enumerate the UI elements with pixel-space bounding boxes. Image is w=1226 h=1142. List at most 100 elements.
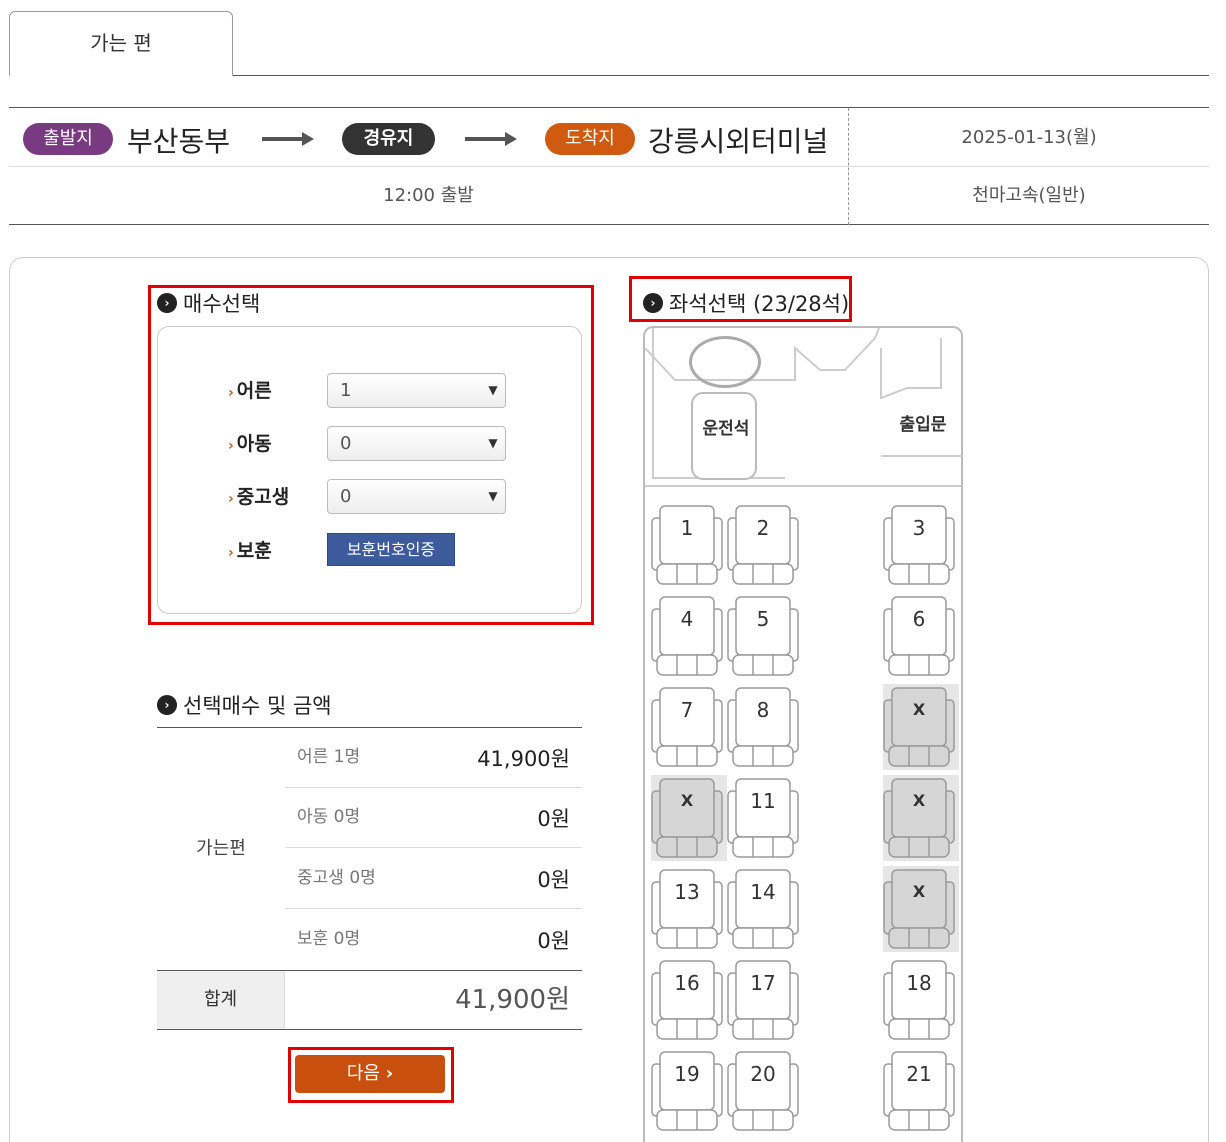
seat-17[interactable]: 17: [727, 957, 803, 1043]
seat-3[interactable]: 3: [883, 502, 959, 588]
door-label: 출입문: [899, 415, 947, 435]
highlight-box: [629, 276, 852, 322]
seat-number: 8: [756, 698, 770, 722]
seat-number: 21: [906, 1062, 932, 1086]
seat-1[interactable]: 1: [651, 502, 727, 588]
arrow-right-icon: [465, 132, 517, 146]
seat-taken: X: [883, 775, 959, 861]
seat-icon: [651, 960, 723, 1040]
departure-date: 2025-01-13(월): [961, 127, 1097, 148]
seat-number: 13: [674, 880, 700, 904]
total-row: 합계 41,900원: [157, 970, 582, 1030]
seat-number: 4: [680, 607, 694, 631]
next-button[interactable]: 다음 ›: [295, 1055, 445, 1093]
seat-number: 2: [756, 516, 770, 540]
student-label: › 중고생: [228, 486, 290, 508]
seat-icon: [651, 505, 723, 585]
seat-number: 6: [912, 607, 926, 631]
seat-icon: [727, 960, 799, 1040]
seat-number: 1: [680, 516, 694, 540]
ticket-count-box: › 어른 1 ▼ › 아동 0 ▼ › 중고생 0 ▼ › 보훈 보훈번호인증: [157, 326, 582, 614]
departure-city: 부산동부: [127, 125, 231, 158]
steering-wheel-icon: [689, 336, 761, 388]
seat-2[interactable]: 2: [727, 502, 803, 588]
chevron-down-icon: ▼: [488, 436, 498, 450]
departure-time: 12:00 출발: [383, 185, 474, 206]
seat-taken: X: [883, 684, 959, 770]
seat-icon: [651, 869, 723, 949]
total-label: 합계: [157, 971, 285, 1029]
adult-row: › 어른 1 ▼: [228, 373, 528, 409]
price-summary-title-text: 선택매수 및 금액: [183, 694, 332, 718]
bus-company: 천마고속(일반): [972, 185, 1086, 206]
price-summary-title: › 선택매수 및 금액: [157, 690, 332, 720]
seat-number: 7: [680, 698, 694, 722]
seat-14[interactable]: 14: [727, 866, 803, 952]
seat-taken: X: [883, 866, 959, 952]
veteran-row: › 보훈 보훈번호인증: [228, 533, 528, 569]
table-row: 중고생 0명 0원: [285, 849, 582, 909]
seat-icon: [727, 505, 799, 585]
total-amount: 41,900원: [455, 985, 570, 1015]
seat-icon: [727, 1051, 799, 1131]
seat-6[interactable]: 6: [883, 593, 959, 679]
seat-21[interactable]: 21: [883, 1048, 959, 1134]
seat-13[interactable]: 13: [651, 866, 727, 952]
seat-5[interactable]: 5: [727, 593, 803, 679]
seat-4[interactable]: 4: [651, 593, 727, 679]
seat-icon: [727, 687, 799, 767]
seat-8[interactable]: 8: [727, 684, 803, 770]
chevron-down-icon: ▼: [488, 383, 498, 397]
seat-number: 17: [750, 971, 776, 995]
table-row: 어른 1명 41,900원: [285, 728, 582, 788]
table-row: 아동 0명 0원: [285, 788, 582, 848]
arrow-right-icon: [262, 132, 314, 146]
seat-19[interactable]: 19: [651, 1048, 727, 1134]
table-row: 보훈 0명 0원: [297, 929, 570, 953]
price-table: 가는편 어른 1명 41,900원 아동 0명 0원 중고생 0명 0원 보훈 …: [157, 727, 582, 1030]
seat-taken: X: [651, 775, 727, 861]
seat-icon: [651, 1051, 723, 1131]
student-row: › 중고생 0 ▼: [228, 479, 528, 515]
seat-icon: [651, 596, 723, 676]
seat-20[interactable]: 20: [727, 1048, 803, 1134]
trip-group-label: 가는편: [196, 838, 246, 859]
seat-icon: [883, 960, 955, 1040]
adult-count-select[interactable]: 1 ▼: [327, 373, 506, 408]
seat-number: X: [680, 791, 694, 810]
seat-icon: [883, 505, 955, 585]
seat-number: 11: [750, 789, 776, 813]
seat-icon: [727, 778, 799, 858]
chevron-down-icon: ▼: [488, 489, 498, 503]
seat-icon: [727, 869, 799, 949]
child-label: › 아동: [228, 433, 272, 455]
via-badge[interactable]: 경유지: [342, 123, 435, 155]
seat-18[interactable]: 18: [883, 957, 959, 1043]
tab-outbound[interactable]: 가는 편: [9, 11, 233, 76]
seat-icon: [883, 1051, 955, 1131]
tab-bar: 가는 편: [9, 11, 1209, 76]
driver-label: 운전석: [702, 419, 750, 439]
chevron-right-icon: ›: [385, 1063, 394, 1084]
seat-number: X: [912, 791, 926, 810]
adult-label: › 어른: [228, 380, 272, 402]
child-row: › 아동 0 ▼: [228, 426, 528, 462]
chevron-right-icon: ›: [157, 695, 177, 715]
arrival-badge: 도착지: [545, 123, 635, 155]
seat-number: 16: [674, 971, 700, 995]
student-count-select[interactable]: 0 ▼: [327, 479, 506, 514]
seat-icon: [883, 596, 955, 676]
seat-number: 18: [906, 971, 932, 995]
seat-icon: [651, 687, 723, 767]
seat-16[interactable]: 16: [651, 957, 727, 1043]
seat-number: 5: [756, 607, 770, 631]
seat-number: 20: [750, 1062, 776, 1086]
veteran-verify-button[interactable]: 보훈번호인증: [327, 533, 455, 566]
seat-number: 19: [674, 1062, 700, 1086]
seat-11[interactable]: 11: [727, 775, 803, 861]
seat-icon: [883, 684, 959, 770]
seat-map: 운전석 출입문 1 2 3 4 5 6 7 8 X X 11 X 13 14 X 16 17 18 19 20 21: [643, 326, 963, 1142]
seat-icon: [651, 775, 727, 861]
child-count-select[interactable]: 0 ▼: [327, 426, 506, 461]
seat-7[interactable]: 7: [651, 684, 727, 770]
